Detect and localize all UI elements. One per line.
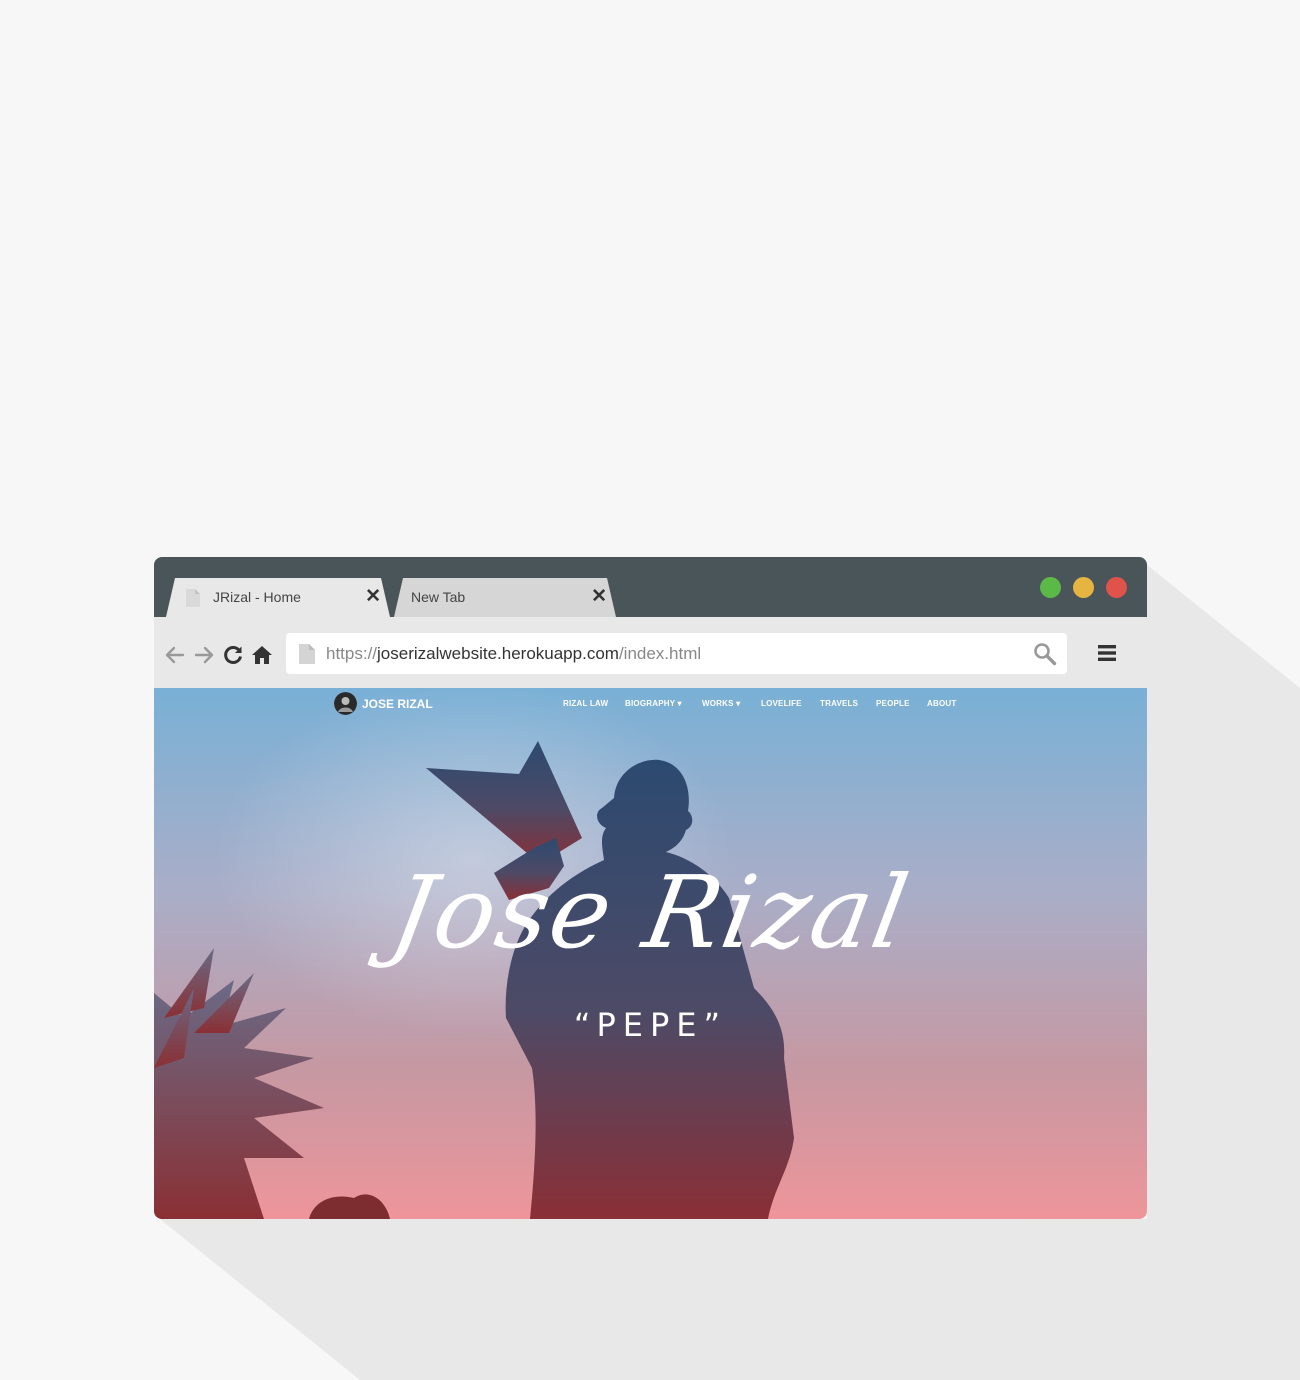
menu-icon[interactable] — [1098, 645, 1116, 661]
site-navbar: JOSE RIZAL RIZAL LAW BIOGRAPHY ▾ WORKS ▾… — [154, 688, 1147, 720]
minimize-button[interactable] — [1073, 577, 1094, 598]
close-icon[interactable]: ✕ — [591, 587, 607, 607]
page-viewport: JOSE RIZAL RIZAL LAW BIOGRAPHY ▾ WORKS ▾… — [154, 688, 1147, 1219]
site-brand[interactable]: JOSE RIZAL — [362, 697, 433, 711]
maximize-button[interactable] — [1040, 577, 1061, 598]
url-path: /index.html — [618, 644, 702, 663]
tab-new-tab[interactable]: New Tab ✕ — [394, 578, 616, 617]
nav-item-travels[interactable]: TRAVELS — [820, 699, 858, 708]
tab-title: JRizal - Home — [213, 589, 301, 605]
tab-title: New Tab — [411, 589, 466, 605]
nav-item-biography[interactable]: BIOGRAPHY ▾ — [625, 699, 682, 708]
avatar[interactable] — [334, 692, 357, 715]
reload-icon[interactable] — [221, 643, 245, 667]
nav-item-about[interactable]: ABOUT — [927, 699, 956, 708]
address-bar[interactable]: https://joserizalwebsite.herokuapp.com/i… — [286, 633, 1067, 674]
nav-item-lovelife[interactable]: LOVELIFE — [761, 699, 802, 708]
nav-item-works[interactable]: WORKS ▾ — [702, 699, 740, 708]
browser-toolbar: https://joserizalwebsite.herokuapp.com/i… — [154, 617, 1147, 688]
close-icon[interactable]: ✕ — [365, 587, 381, 607]
url-text[interactable]: https://joserizalwebsite.herokuapp.com/i… — [326, 644, 701, 664]
hero-title: Jose Rizal — [383, 854, 918, 971]
hero-subtitle: “PEPE” — [573, 1006, 728, 1044]
search-icon[interactable] — [1033, 642, 1057, 666]
home-icon[interactable] — [250, 643, 274, 667]
url-domain: joserizalwebsite.herokuapp.com — [377, 644, 619, 663]
browser-window: JRizal - Home ✕ New Tab ✕ https://joseri… — [154, 557, 1147, 1219]
close-window-button[interactable] — [1106, 577, 1127, 598]
back-arrow-icon[interactable] — [163, 643, 187, 667]
browser-titlebar: JRizal - Home ✕ New Tab ✕ — [154, 557, 1147, 617]
nav-item-people[interactable]: PEOPLE — [876, 699, 910, 708]
page-icon — [186, 589, 200, 607]
page-icon — [299, 644, 315, 664]
url-prefix: https:// — [326, 644, 378, 663]
forward-arrow-icon[interactable] — [192, 643, 216, 667]
tab-jrizal-home[interactable]: JRizal - Home ✕ — [166, 578, 390, 617]
nav-item-rizal-law[interactable]: RIZAL LAW — [563, 699, 608, 708]
